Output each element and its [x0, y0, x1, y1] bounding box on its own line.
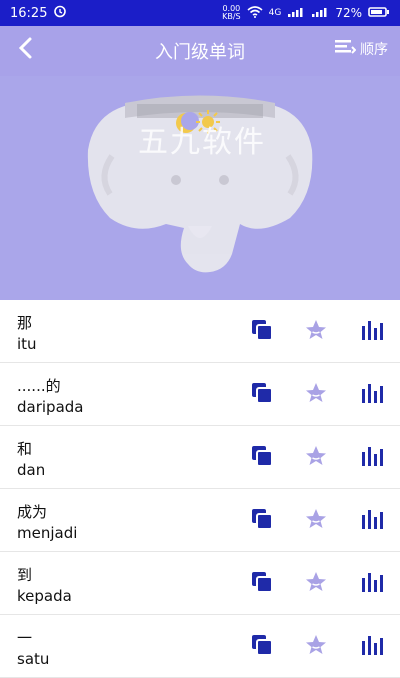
star-icon [304, 318, 328, 346]
audio-button[interactable] [358, 507, 386, 535]
favorite-button[interactable] [302, 507, 330, 535]
word-chinese: 和 [17, 440, 33, 458]
copy-button[interactable] [248, 444, 276, 472]
audio-bars-icon [360, 381, 384, 409]
star-icon [304, 444, 328, 472]
copy-icon [249, 569, 275, 599]
status-time: 16:25 [10, 5, 48, 21]
word-chinese: 那 [17, 314, 33, 332]
word-row[interactable]: ......的 daripada [0, 363, 400, 426]
audio-bars-icon [360, 507, 384, 535]
signal-icon-2 [311, 6, 329, 21]
alarm-icon [53, 4, 67, 22]
order-label: 顺序 [360, 42, 388, 58]
word-row[interactable]: 和 dan [0, 426, 400, 489]
star-icon [304, 633, 328, 661]
audio-button[interactable] [358, 444, 386, 472]
chevron-left-icon [16, 36, 36, 67]
audio-bars-icon [360, 318, 384, 346]
audio-button[interactable] [358, 318, 386, 346]
favorite-button[interactable] [302, 444, 330, 472]
copy-icon [249, 380, 275, 410]
copy-button[interactable] [248, 507, 276, 535]
word-row[interactable]: 到 kepada [0, 552, 400, 615]
word-malay: dan [17, 461, 46, 479]
copy-button[interactable] [248, 318, 276, 346]
battery-icon [368, 6, 390, 21]
audio-bars-icon [360, 570, 384, 598]
status-left: 16:25 [10, 4, 67, 22]
word-list: 那 itu ......的 daripada 和 dan 成为 menjadi … [0, 300, 400, 678]
word-chinese: 一 [17, 629, 33, 647]
sort-icon [334, 38, 357, 60]
copy-button[interactable] [248, 570, 276, 598]
word-malay: daripada [17, 398, 84, 416]
word-row[interactable]: 一 satu [0, 615, 400, 678]
app-header: 入门级单词 顺序 [0, 26, 400, 76]
wifi-icon [247, 5, 263, 21]
status-bar: 16:25 0.00 KB/S 4G 72% [0, 0, 400, 26]
word-malay: satu [17, 650, 50, 668]
network-type: 4G [268, 8, 282, 18]
audio-bars-icon [360, 444, 384, 472]
copy-icon [249, 443, 275, 473]
banner-area: 五九软件 [0, 76, 400, 300]
favorite-button[interactable] [302, 381, 330, 409]
word-chinese: ......的 [17, 377, 61, 395]
word-malay: itu [17, 335, 37, 353]
watermark-text: 五九软件 [138, 125, 266, 160]
battery-percent: 72% [335, 6, 362, 20]
audio-bars-icon [360, 633, 384, 661]
copy-icon [249, 632, 275, 662]
word-chinese: 到 [17, 566, 33, 584]
signal-icon [287, 6, 305, 21]
word-malay: menjadi [17, 524, 78, 542]
favorite-button[interactable] [302, 570, 330, 598]
word-chinese: 成为 [17, 503, 48, 521]
word-malay: kepada [17, 587, 72, 605]
star-icon [304, 570, 328, 598]
audio-button[interactable] [358, 570, 386, 598]
favorite-button[interactable] [302, 318, 330, 346]
copy-icon [249, 317, 275, 347]
word-row[interactable]: 那 itu [0, 300, 400, 363]
elephant-illustration [87, 95, 313, 273]
favorite-button[interactable] [302, 633, 330, 661]
word-row[interactable]: 成为 menjadi [0, 489, 400, 552]
network-speed: 0.00 KB/S [222, 5, 241, 21]
status-right: 0.00 KB/S 4G 72% [222, 5, 390, 21]
audio-button[interactable] [358, 381, 386, 409]
copy-button[interactable] [248, 633, 276, 661]
copy-icon [249, 506, 275, 536]
speed-unit: KB/S [222, 12, 241, 21]
copy-button[interactable] [248, 381, 276, 409]
star-icon [304, 507, 328, 535]
star-icon [304, 381, 328, 409]
back-button[interactable] [10, 35, 42, 67]
order-button[interactable]: 顺序 [334, 38, 388, 60]
audio-button[interactable] [358, 633, 386, 661]
